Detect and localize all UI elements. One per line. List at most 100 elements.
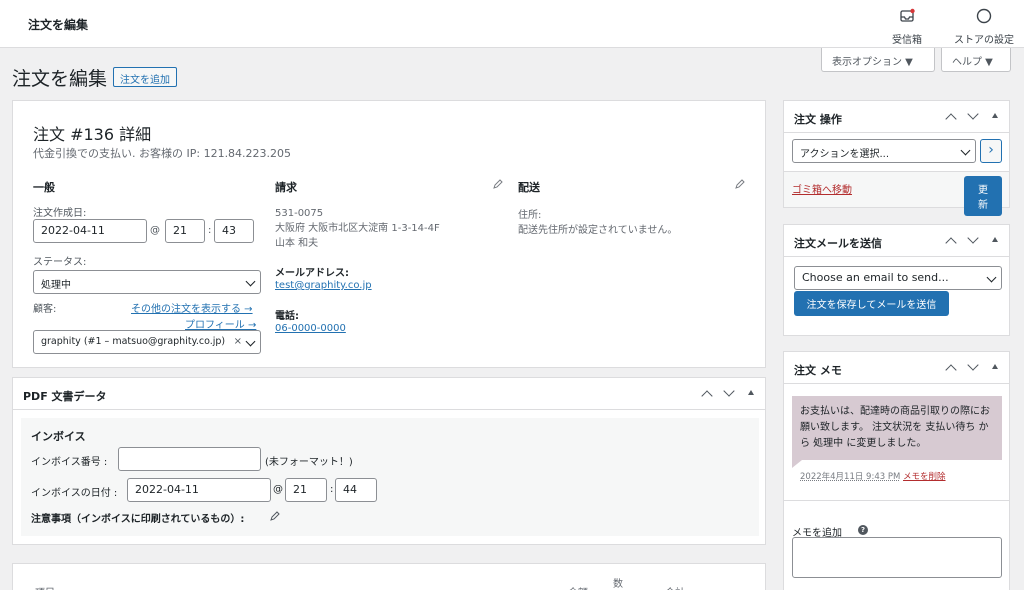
shipping-address-label: 住所:	[518, 210, 542, 221]
store-settings-button[interactable]: ストアの設定	[954, 8, 1014, 46]
move-down-icon[interactable]	[967, 360, 979, 374]
add-note-textarea[interactable]	[792, 537, 1002, 578]
help-button[interactable]: ヘルプ ▼	[941, 48, 1011, 72]
action-select[interactable]: アクションを選択...	[792, 139, 976, 163]
invoice-number-label: インボイス番号 :	[31, 457, 108, 468]
note-date: 2022年4月11日 9:43 PM	[800, 472, 901, 482]
email-select-value: Choose an email to send...	[802, 271, 949, 284]
order-data-panel: 注文 #136 詳細 代金引換での支払い. お客様の IP: 121.84.22…	[12, 100, 766, 368]
billing-email-link[interactable]: test@graphity.co.jp	[275, 280, 372, 291]
inbox-label: 受信箱	[892, 35, 922, 46]
screen-options-button[interactable]: 表示オプション ▼	[821, 48, 935, 72]
email-label: メールアドレス:	[275, 268, 349, 279]
chevron-down-icon	[986, 272, 997, 283]
edit-notes-pencil-icon[interactable]	[270, 511, 280, 521]
status-select[interactable]: 処理中	[33, 270, 261, 294]
col-item: 項目	[35, 584, 55, 590]
order-actions-panel: 注文 操作 アクションを選択... › ゴミ箱へ移動 更新	[783, 100, 1010, 216]
invoice-date-label: インボイスの日付 :	[31, 488, 118, 499]
billing-heading: 請求	[275, 181, 297, 194]
move-up-icon[interactable]	[945, 233, 957, 247]
order-heading: 注文 #136 詳細	[33, 125, 152, 144]
shipping-heading: 配送	[518, 181, 540, 194]
billing-phone-link[interactable]: 06-0000-0000	[275, 323, 346, 334]
move-down-icon[interactable]	[967, 109, 979, 123]
send-email-panel: 注文メールを送信 Choose an email to send... 注文を保…	[783, 224, 1010, 336]
note-meta: 2022年4月11日 9:43 PM メモを削除	[800, 470, 946, 482]
note-tail	[792, 460, 802, 468]
col-qty: 数	[613, 579, 623, 590]
inbox-button[interactable]: 受信箱	[892, 8, 922, 46]
phone-label: 電話:	[275, 311, 299, 322]
notes-panel-header: 注文 メモ	[784, 352, 1009, 384]
actions-panel-header: 注文 操作	[784, 101, 1009, 133]
help-icon[interactable]: ?	[858, 525, 868, 535]
billing-postcode: 531-0075	[275, 208, 324, 219]
col-total: 合計	[665, 584, 685, 590]
email-panel-title: 注文メールを送信	[794, 237, 882, 250]
invoice-heading: インボイス	[31, 430, 86, 443]
order-note: お支払いは、配達時の商品引取りの際にお願い致します。 注文状況を 支払い待ち か…	[792, 396, 1002, 460]
pdf-panel-title: PDF 文書データ	[23, 390, 107, 403]
edit-shipping-pencil-icon[interactable]	[735, 179, 745, 189]
invoice-number-input[interactable]	[118, 447, 261, 471]
toggle-panel-icon[interactable]	[989, 233, 1001, 247]
profile-link[interactable]: プロフィール →	[185, 316, 256, 331]
actions-panel-title: 注文 操作	[794, 113, 842, 126]
customer-select[interactable]: graphity (#1 – matsuo@graphity.co.jp) ×	[33, 330, 261, 354]
inbox-icon	[892, 8, 922, 27]
store-settings-label: ストアの設定	[954, 35, 1014, 46]
action-select-value: アクションを選択...	[800, 149, 890, 160]
other-orders-link[interactable]: その他の注文を表示する →	[131, 300, 253, 315]
order-date-input[interactable]: 2022-04-11	[33, 219, 147, 243]
time-colon: :	[208, 225, 212, 236]
customer-label: 顧客:	[33, 304, 57, 315]
page-title: 注文を編集	[12, 68, 108, 90]
created-label: 注文作成日:	[33, 208, 87, 219]
toggle-panel-icon[interactable]	[745, 386, 757, 400]
topbar-title: 注文を編集	[28, 18, 89, 32]
move-down-icon[interactable]	[723, 386, 735, 400]
chevron-down-icon	[245, 336, 256, 347]
toggle-panel-icon[interactable]	[989, 109, 1001, 123]
update-button[interactable]: 更新	[964, 176, 1002, 216]
order-meta: 代金引換での支払い. お客様の IP: 121.84.223.205	[33, 147, 292, 160]
order-notes-panel: 注文 メモ お支払いは、配達時の商品引取りの際にお願い致します。 注文状況を 支…	[783, 351, 1010, 590]
top-bar: 注文を編集 受信箱 ストアの設定	[0, 0, 1024, 48]
delete-note-link[interactable]: メモを削除	[903, 472, 946, 482]
shipping-address-value: 配送先住所が設定されていません。	[518, 225, 678, 236]
apply-action-button[interactable]: ›	[980, 139, 1002, 163]
billing-street: 大阪府 大阪市北区大淀南 1-3-14-4F	[275, 223, 440, 234]
pdf-panel-header: PDF 文書データ	[13, 378, 765, 410]
move-down-icon[interactable]	[967, 233, 979, 247]
move-up-icon[interactable]	[945, 360, 957, 374]
status-value: 処理中	[41, 280, 71, 291]
email-select[interactable]: Choose an email to send...	[794, 266, 1002, 290]
order-hour-input[interactable]: 21	[165, 219, 205, 243]
status-label: ステータス:	[33, 257, 87, 268]
toggle-panel-icon[interactable]	[989, 360, 1001, 374]
edit-billing-pencil-icon[interactable]	[493, 179, 503, 189]
move-up-icon[interactable]	[945, 109, 957, 123]
trash-link[interactable]: ゴミ箱へ移動	[792, 181, 852, 196]
circle-icon	[954, 8, 1014, 27]
move-up-icon[interactable]	[701, 386, 713, 400]
pdf-document-panel: PDF 文書データ インボイス インボイス番号 : (未フォーマット！) インボ…	[12, 377, 766, 545]
chevron-down-icon	[245, 276, 256, 287]
save-and-send-email-button[interactable]: 注文を保存してメールを送信	[794, 291, 949, 316]
note-text: お支払いは、配達時の商品引取りの際にお願い致します。 注文状況を 支払い待ち か…	[800, 406, 990, 449]
order-items-panel: 項目 金額 数 合計	[12, 563, 766, 590]
billing-name: 山本 和夫	[275, 238, 319, 249]
notes-panel-title: 注文 メモ	[794, 364, 842, 377]
invoice-date-input[interactable]: 2022-04-11	[127, 478, 271, 502]
order-minute-input[interactable]: 43	[214, 219, 254, 243]
add-order-button[interactable]: 注文を追加	[113, 67, 177, 87]
at-sign: @	[150, 225, 160, 236]
invoice-minute-input[interactable]: 44	[335, 478, 377, 502]
notes-printed-label: 注意事項（インボイスに印刷されているもの）:	[31, 514, 245, 525]
clear-icon[interactable]: ×	[234, 336, 242, 347]
billing-address: 531-0075 大阪府 大阪市北区大淀南 1-3-14-4F 山本 和夫	[275, 206, 440, 251]
at-sign: @	[273, 484, 283, 495]
invoice-hour-input[interactable]: 21	[285, 478, 327, 502]
time-colon: :	[330, 484, 334, 495]
